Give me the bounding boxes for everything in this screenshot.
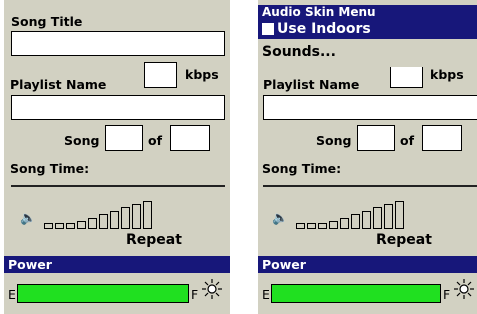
audio-skin-menu: Audio Skin Menu Use Indoors Sounds... (258, 5, 477, 67)
of-label: of (400, 133, 415, 148)
repeat-label[interactable]: Repeat (126, 233, 182, 247)
power-gauge (271, 284, 441, 303)
kbps-field[interactable] (144, 62, 177, 88)
kbps-label: kbps (430, 67, 464, 82)
volume-bar (329, 221, 338, 229)
song-label: Song (64, 133, 100, 148)
song-time-label: Song Time: (10, 161, 90, 176)
volume-bar (132, 204, 141, 229)
volume-bar (296, 223, 305, 229)
power-gauge (17, 284, 189, 303)
menu-title: Audio Skin Menu (258, 5, 477, 19)
volume-bar (340, 218, 349, 229)
kbps-label: kbps (185, 67, 219, 82)
song-time-progress[interactable] (11, 185, 225, 187)
speaker-icon: 🔈 (272, 211, 289, 226)
menu-item-label: Use Indoors (277, 21, 371, 37)
volume-bar (55, 223, 64, 229)
volume-bar (395, 201, 404, 229)
volume-bars[interactable] (296, 195, 416, 229)
playlist-name-label: Playlist Name (263, 77, 360, 92)
volume-bar (66, 223, 75, 229)
volume-bar (143, 201, 152, 229)
light-bulb-icon[interactable] (200, 277, 224, 301)
song-label: Song (316, 133, 352, 148)
song-total-field[interactable] (170, 125, 210, 151)
volume-bar (362, 211, 371, 229)
volume-bar (307, 223, 316, 229)
audio-player-panel-left: Song Title Playlist Name kbps Song of So… (4, 0, 230, 314)
song-total-field[interactable] (422, 125, 462, 151)
volume-bar (110, 211, 119, 229)
song-time-label: Song Time: (262, 161, 342, 176)
power-titlebar: Power (4, 256, 230, 273)
checkbox-icon[interactable] (262, 23, 274, 35)
volume-bar (88, 218, 97, 229)
power-titlebar: Power (258, 256, 477, 273)
playlist-name-field[interactable] (11, 95, 225, 120)
audio-player-panel-right: kbps Playlist Name Song of Song Time: 🔈 … (258, 0, 477, 314)
volume-bar (77, 221, 86, 229)
volume-bar (351, 214, 360, 229)
playlist-name-field[interactable] (263, 95, 477, 120)
song-title-label: Song Title (11, 14, 83, 29)
song-number-field[interactable] (105, 125, 143, 151)
song-number-field[interactable] (357, 125, 395, 151)
repeat-label[interactable]: Repeat (376, 233, 432, 247)
gauge-empty-label: E (262, 287, 270, 302)
gauge-full-label: F (443, 287, 451, 302)
speaker-icon: 🔈 (20, 211, 37, 226)
volume-bar (44, 223, 53, 229)
volume-bar (373, 207, 382, 229)
song-title-field[interactable] (11, 31, 225, 56)
song-time-progress[interactable] (263, 185, 477, 187)
volume-bar (318, 223, 327, 229)
menu-item-use-indoors[interactable]: Use Indoors (258, 19, 477, 39)
menu-item-sounds[interactable]: Sounds... (262, 43, 336, 61)
gauge-empty-label: E (8, 287, 16, 302)
volume-bar (121, 207, 130, 229)
volume-bars[interactable] (44, 195, 164, 229)
of-label: of (148, 133, 163, 148)
playlist-name-label: Playlist Name (10, 77, 107, 92)
light-bulb-icon[interactable] (452, 277, 476, 301)
volume-bar (384, 204, 393, 229)
gauge-full-label: F (191, 287, 199, 302)
volume-bar (99, 214, 108, 229)
